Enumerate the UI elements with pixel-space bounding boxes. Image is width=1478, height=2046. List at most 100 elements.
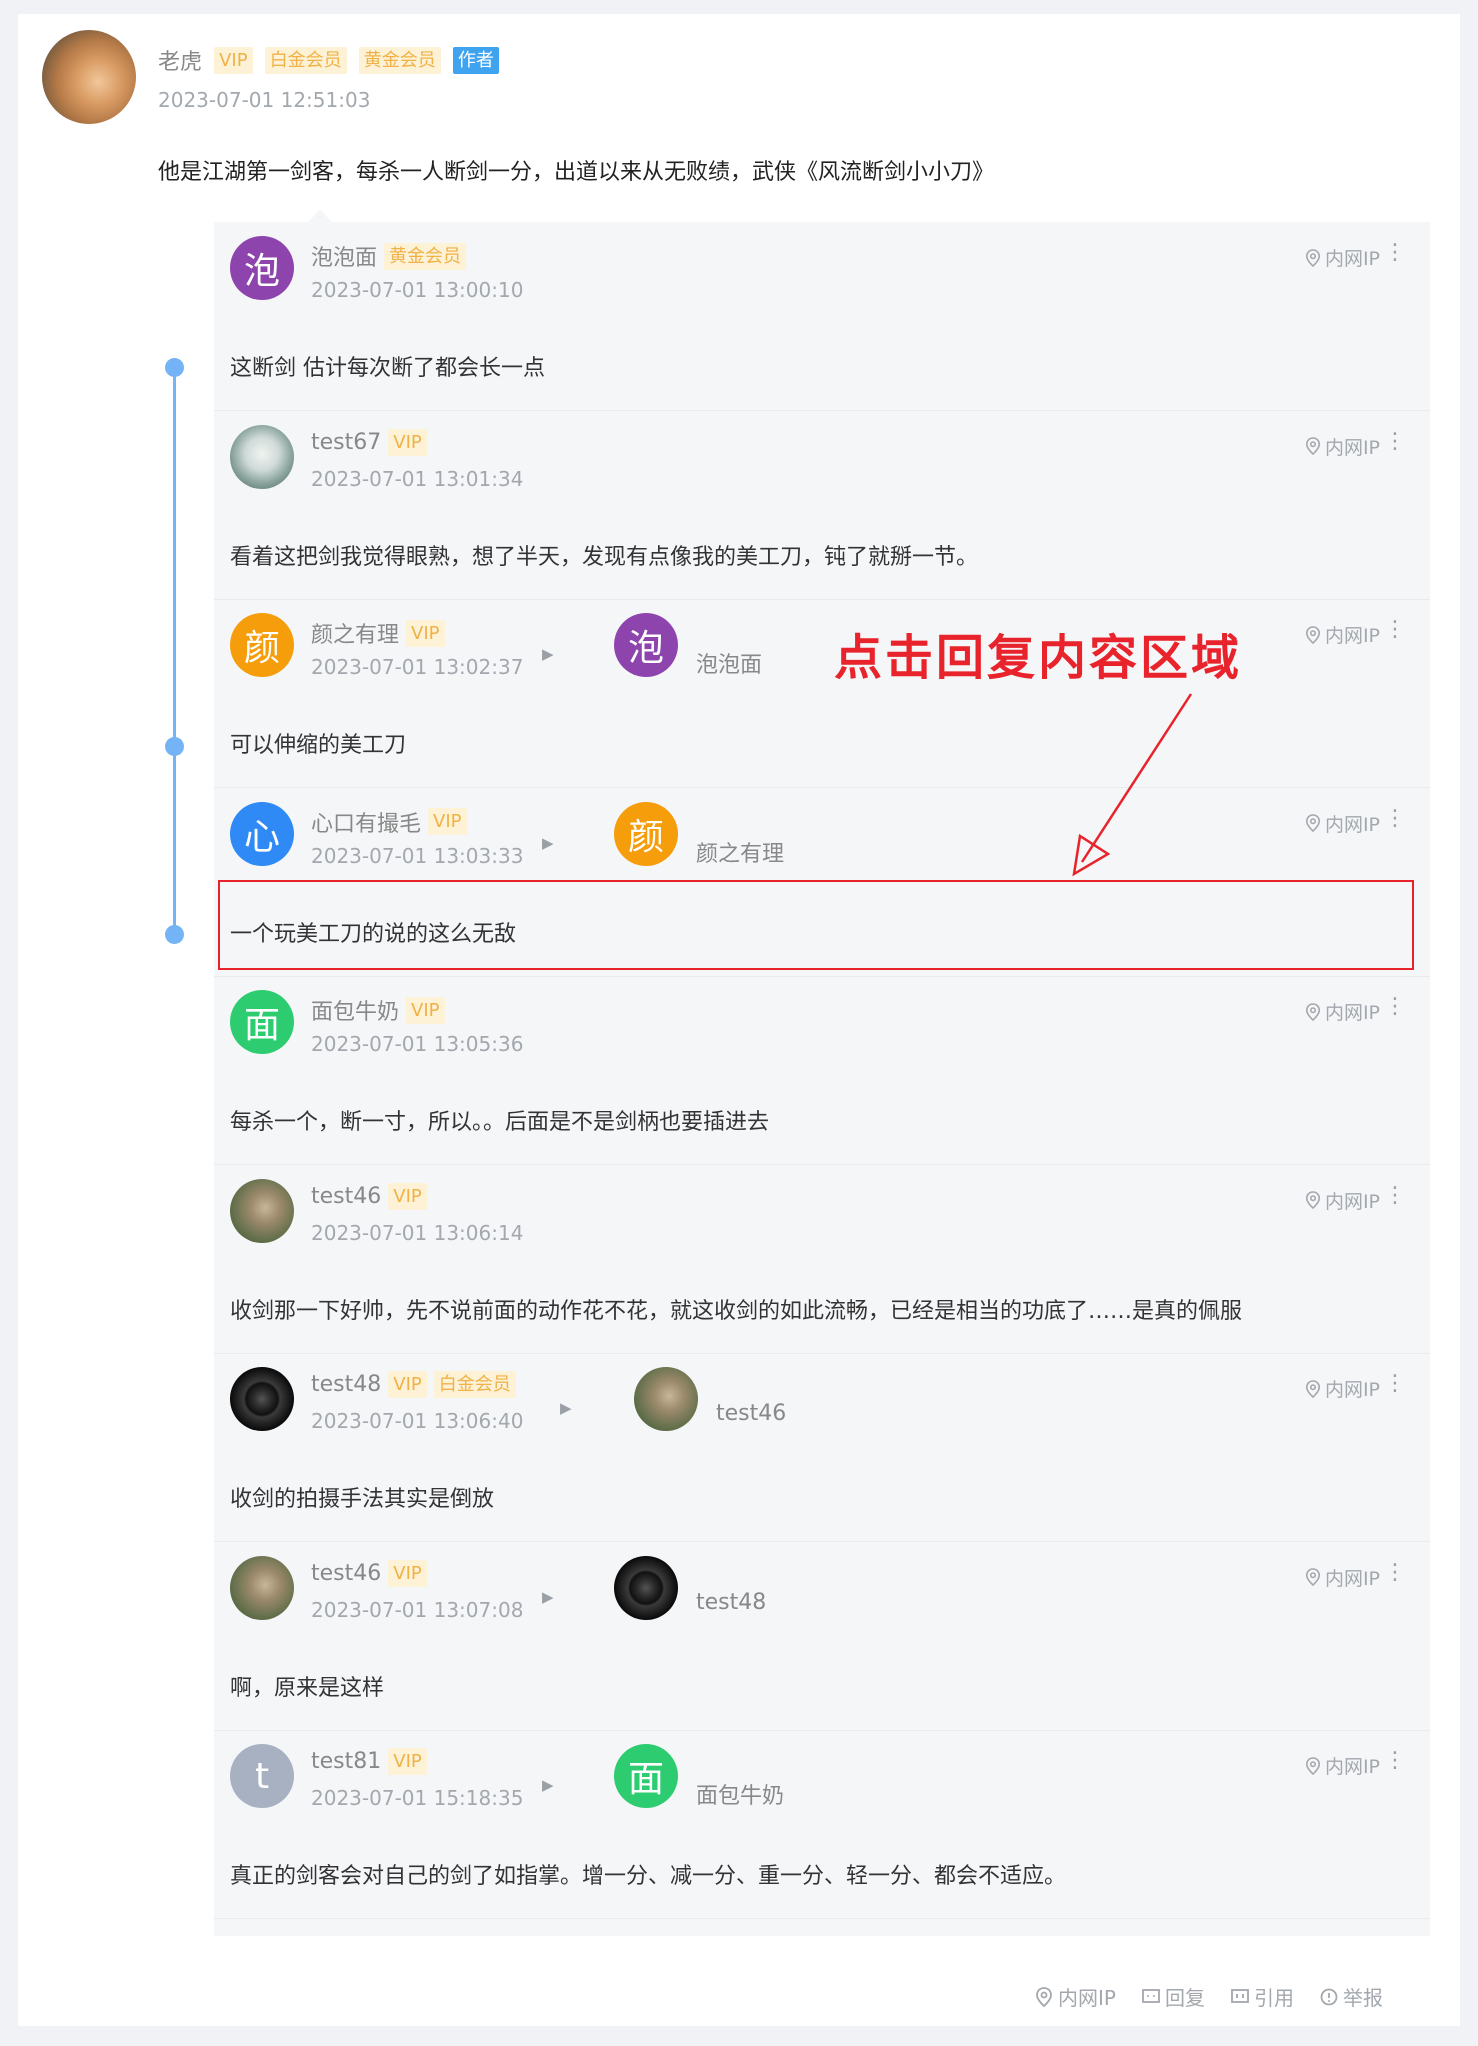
reply-ip: 内网IP (1305, 433, 1380, 460)
reply-item: 泡泡泡面 黄金会员 2023-07-01 13:00:10 内网IP ⋮ 这断剑 估计每次… (214, 222, 1430, 411)
reply-content[interactable]: 每杀一个，断一寸，所以。。后面是不是剑柄也要插进去 (230, 1104, 769, 1136)
reply-item: 颜 颜之有理 VIP 2023-07-01 13:02:37 ▶ 泡泡泡面 内网IP ⋮ 可以伸… (214, 599, 1430, 788)
reply-target-name[interactable]: 泡泡面 (696, 647, 762, 679)
more-vertical-icon[interactable]: ⋮ (1384, 1748, 1406, 1773)
reply-target-avatar[interactable] (634, 1367, 698, 1431)
reply-avatar[interactable]: 泡 (230, 236, 294, 300)
more-vertical-icon[interactable]: ⋮ (1384, 617, 1406, 642)
reply-name-row: test46 VIP (311, 1182, 427, 1210)
avatar-initial: 颜 (243, 628, 280, 669)
ip-label: 内网IP (1324, 625, 1380, 647)
location-pin-icon (1305, 437, 1320, 455)
reply-target-name[interactable]: 颜之有理 (696, 836, 784, 868)
reply-target-avatar[interactable]: 泡 (614, 613, 678, 677)
reply-username[interactable]: 心口有撮毛 (311, 812, 421, 837)
ip-label: 内网IP (1324, 813, 1380, 836)
member-badge: VIP (388, 428, 427, 456)
more-vertical-icon[interactable]: ⋮ (1384, 1183, 1406, 1208)
reply-target-name[interactable]: 面包牛奶 (696, 1778, 784, 1810)
reply-button[interactable]: 回复 (1142, 1982, 1205, 2011)
reply-name-row: test81 VIP (311, 1748, 427, 1775)
author-badge: 作者 (452, 46, 499, 74)
member-badge: VIP (388, 1371, 427, 1398)
reply-target-name[interactable]: test46 (716, 1401, 786, 1426)
reply-avatar[interactable]: t (230, 1744, 294, 1808)
reply-content[interactable]: 真正的剑客会对自己的剑了如指掌。增一分、减一分、重一分、轻一分、都会不适应。 (230, 1858, 1066, 1890)
post-time: 2023-07-01 12:51:03 (158, 88, 371, 112)
location-pin-icon (1305, 1756, 1320, 1775)
ip-label: 内网IP (1324, 248, 1380, 270)
reply-avatar[interactable] (230, 424, 294, 489)
reply-avatar[interactable] (230, 1178, 294, 1243)
reply-content[interactable]: 可以伸缩的美工刀 (230, 727, 406, 759)
reply-content[interactable]: 看着这把剑我觉得眼熟，想了半天，发现有点像我的美工刀，钝了就掰一节。 (230, 539, 978, 571)
reply-username[interactable]: test67 (311, 430, 381, 455)
reply-thread-line (173, 364, 176, 934)
reply-avatar[interactable] (230, 1367, 294, 1431)
footer-ip-label: 内网IP (1058, 1986, 1116, 2010)
reply-time: 2023-07-01 13:07:08 (311, 1597, 524, 1622)
more-vertical-icon[interactable]: ⋮ (1384, 994, 1406, 1019)
reply-username[interactable]: 颜之有理 (311, 623, 399, 648)
location-pin-icon (1036, 1986, 1052, 2007)
reply-content[interactable]: 这断剑 估计每次断了都会长一点 (230, 350, 545, 382)
reply-avatar[interactable] (230, 1555, 294, 1620)
post-content[interactable]: 他是江湖第一剑客，每杀一人断剑一分，出道以来从无败绩，武侠《风流断剑小小刀》 (158, 154, 994, 186)
reply-avatar[interactable]: 面 (230, 990, 294, 1054)
reply-username[interactable]: 面包牛奶 (311, 1000, 399, 1025)
report-button[interactable]: 举报 (1320, 1982, 1383, 2011)
reply-avatar[interactable]: 颜 (230, 613, 294, 677)
author-avatar[interactable] (42, 30, 136, 124)
reply-avatar[interactable]: 心 (230, 801, 294, 866)
reply-username[interactable]: test81 (311, 1749, 381, 1774)
reply-target-name[interactable]: test48 (696, 1590, 766, 1615)
member-badge: 白金会员 (433, 1371, 516, 1398)
member-badge: VIP (406, 996, 445, 1024)
member-badge: VIP (406, 619, 445, 647)
reply-content[interactable]: 收剑那一下好帅，先不说前面的动作花不花，就这收剑的如此流畅，已经是相当的功底了…… (230, 1293, 1242, 1325)
more-vertical-icon[interactable]: ⋮ (1384, 1371, 1406, 1396)
location-pin-icon (1305, 625, 1320, 644)
ip-label: 内网IP (1324, 1756, 1380, 1778)
location-pin-icon (1305, 248, 1320, 267)
gold-badge: 黄金会员 (358, 46, 441, 74)
reply-item: test67 VIP 2023-07-01 13:01:34 内网IP ⋮ 看着这把剑我觉… (214, 411, 1430, 600)
avatar-initial: 颜 (627, 816, 664, 858)
avatar-initial: 面 (627, 1759, 664, 1800)
reply-item: 面 面包牛奶 VIP 2023-07-01 13:05:36 内网IP ⋮ 每杀一个，断一寸… (214, 976, 1430, 1165)
author-name[interactable]: 老虎 (158, 50, 202, 75)
quote-button[interactable]: 引用 (1231, 1982, 1294, 2011)
more-vertical-icon[interactable]: ⋮ (1384, 240, 1406, 265)
reply-username[interactable]: 泡泡面 (311, 246, 377, 271)
more-vertical-icon[interactable]: ⋮ (1384, 1560, 1406, 1585)
avatar-initial: 泡 (627, 628, 664, 669)
reply-ip: 内网IP (1305, 244, 1380, 271)
reply-arrow-icon: ▶ (542, 645, 554, 663)
thread-dot (165, 737, 184, 756)
avatar-initial: 面 (243, 1005, 280, 1046)
reply-username[interactable]: test46 (311, 1184, 381, 1209)
location-pin-icon (1305, 1002, 1320, 1021)
reply-item: test46 VIP 2023-07-01 13:06:14 内网IP ⋮ 收剑那一下好帅… (214, 1165, 1430, 1354)
reply-target-avatar[interactable]: 面 (614, 1744, 678, 1808)
reply-content[interactable]: 收剑的拍摄手法其实是倒放 (230, 1481, 494, 1513)
reply-username[interactable]: test46 (311, 1561, 381, 1586)
location-pin-icon (1305, 1568, 1320, 1586)
reply-target-avatar[interactable]: 颜 (614, 801, 678, 866)
reply-name-row: 颜之有理 VIP (311, 617, 445, 649)
ip-label: 内网IP (1324, 436, 1380, 459)
location-pin-icon (1305, 814, 1320, 832)
reply-arrow-icon: ▶ (542, 1587, 554, 1606)
reply-name-row: test46 VIP (311, 1559, 427, 1587)
ip-label: 内网IP (1324, 1379, 1380, 1401)
reply-ip: 内网IP (1305, 998, 1380, 1025)
reply-target-avatar[interactable] (614, 1555, 678, 1620)
reply-time: 2023-07-01 13:06:40 (311, 1409, 524, 1433)
more-vertical-icon[interactable]: ⋮ (1384, 806, 1406, 831)
replies-panel: 泡泡泡面 黄金会员 2023-07-01 13:00:10 内网IP ⋮ 这断剑 估计每次… (214, 222, 1430, 1936)
reply-arrow-icon: ▶ (542, 1776, 554, 1794)
reply-username[interactable]: test48 (311, 1372, 381, 1397)
more-vertical-icon[interactable]: ⋮ (1384, 429, 1406, 454)
reply-content[interactable]: 啊，原来是这样 (230, 1670, 384, 1702)
reply-time: 2023-07-01 13:05:36 (311, 1032, 524, 1056)
